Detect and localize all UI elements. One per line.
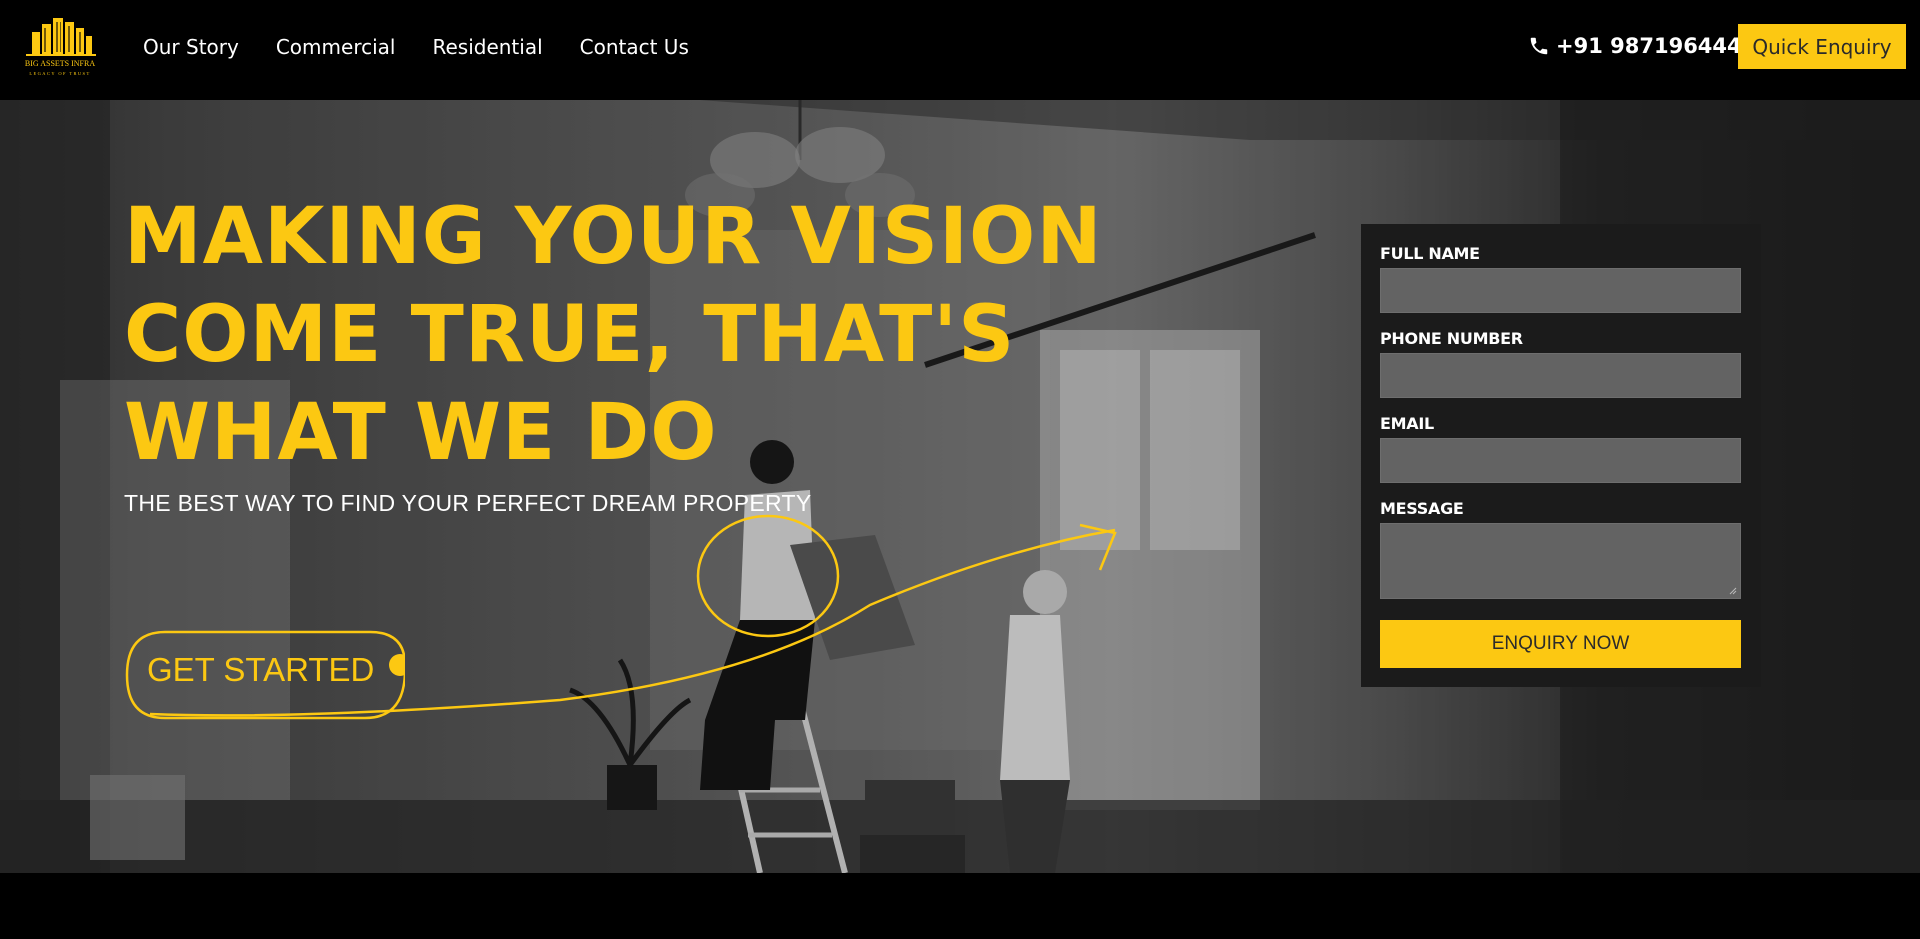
message-label: MESSAGE <box>1380 499 1464 518</box>
nav-link-contact-us[interactable]: Contact Us <box>580 30 689 64</box>
resize-grip-icon[interactable] <box>1729 587 1737 595</box>
nav-links: Our Story Commercial Residential Contact… <box>143 30 689 64</box>
full-name-input[interactable] <box>1380 268 1741 313</box>
top-nav: BIG ASSETS INFRA LEGACY OF TRUST Our Sto… <box>0 0 1920 100</box>
nav-link-our-story[interactable]: Our Story <box>143 30 239 64</box>
headline-line-3: WHAT WE DO <box>124 388 718 478</box>
quick-enquiry-button[interactable]: Quick Enquiry <box>1738 24 1906 69</box>
phone-number-label: PHONE NUMBER <box>1380 329 1523 348</box>
brand-tagline-text: LEGACY OF TRUST <box>29 71 90 76</box>
hero-subheading: THE BEST WAY TO FIND YOUR PERFECT DREAM … <box>124 490 812 516</box>
headline-line-2: COME TRUE, THAT'S <box>124 290 1016 380</box>
full-name-label: FULL NAME <box>1380 244 1480 263</box>
headline-line-1: MAKING YOUR VISION <box>124 192 1103 282</box>
enquiry-form: FULL NAME PHONE NUMBER EMAIL MESSAGE ENQ… <box>1361 224 1761 687</box>
email-label: EMAIL <box>1380 414 1434 433</box>
brand-name-text: BIG ASSETS INFRA <box>25 59 95 68</box>
message-textarea[interactable] <box>1380 523 1741 599</box>
phone-icon <box>1528 35 1550 57</box>
phone-number-input[interactable] <box>1380 353 1741 398</box>
email-input[interactable] <box>1380 438 1741 483</box>
brand-logo[interactable]: BIG ASSETS INFRA LEGACY OF TRUST <box>16 14 104 80</box>
nav-link-commercial[interactable]: Commercial <box>276 30 396 64</box>
enquiry-now-button[interactable]: ENQUIRY NOW <box>1380 620 1741 668</box>
hero-section: MAKING YOUR VISION COME TRUE, THAT'S WHA… <box>0 100 1920 873</box>
hero-headline: MAKING YOUR VISION COME TRUE, THAT'S WHA… <box>124 188 1124 482</box>
get-started-dot-icon <box>389 654 405 676</box>
phone-number: +91 9871964444 <box>1556 34 1757 58</box>
phone-link[interactable]: +91 9871964444 <box>1528 31 1756 61</box>
nav-link-residential[interactable]: Residential <box>432 30 542 64</box>
get-started-button[interactable]: GET STARTED <box>147 651 374 689</box>
